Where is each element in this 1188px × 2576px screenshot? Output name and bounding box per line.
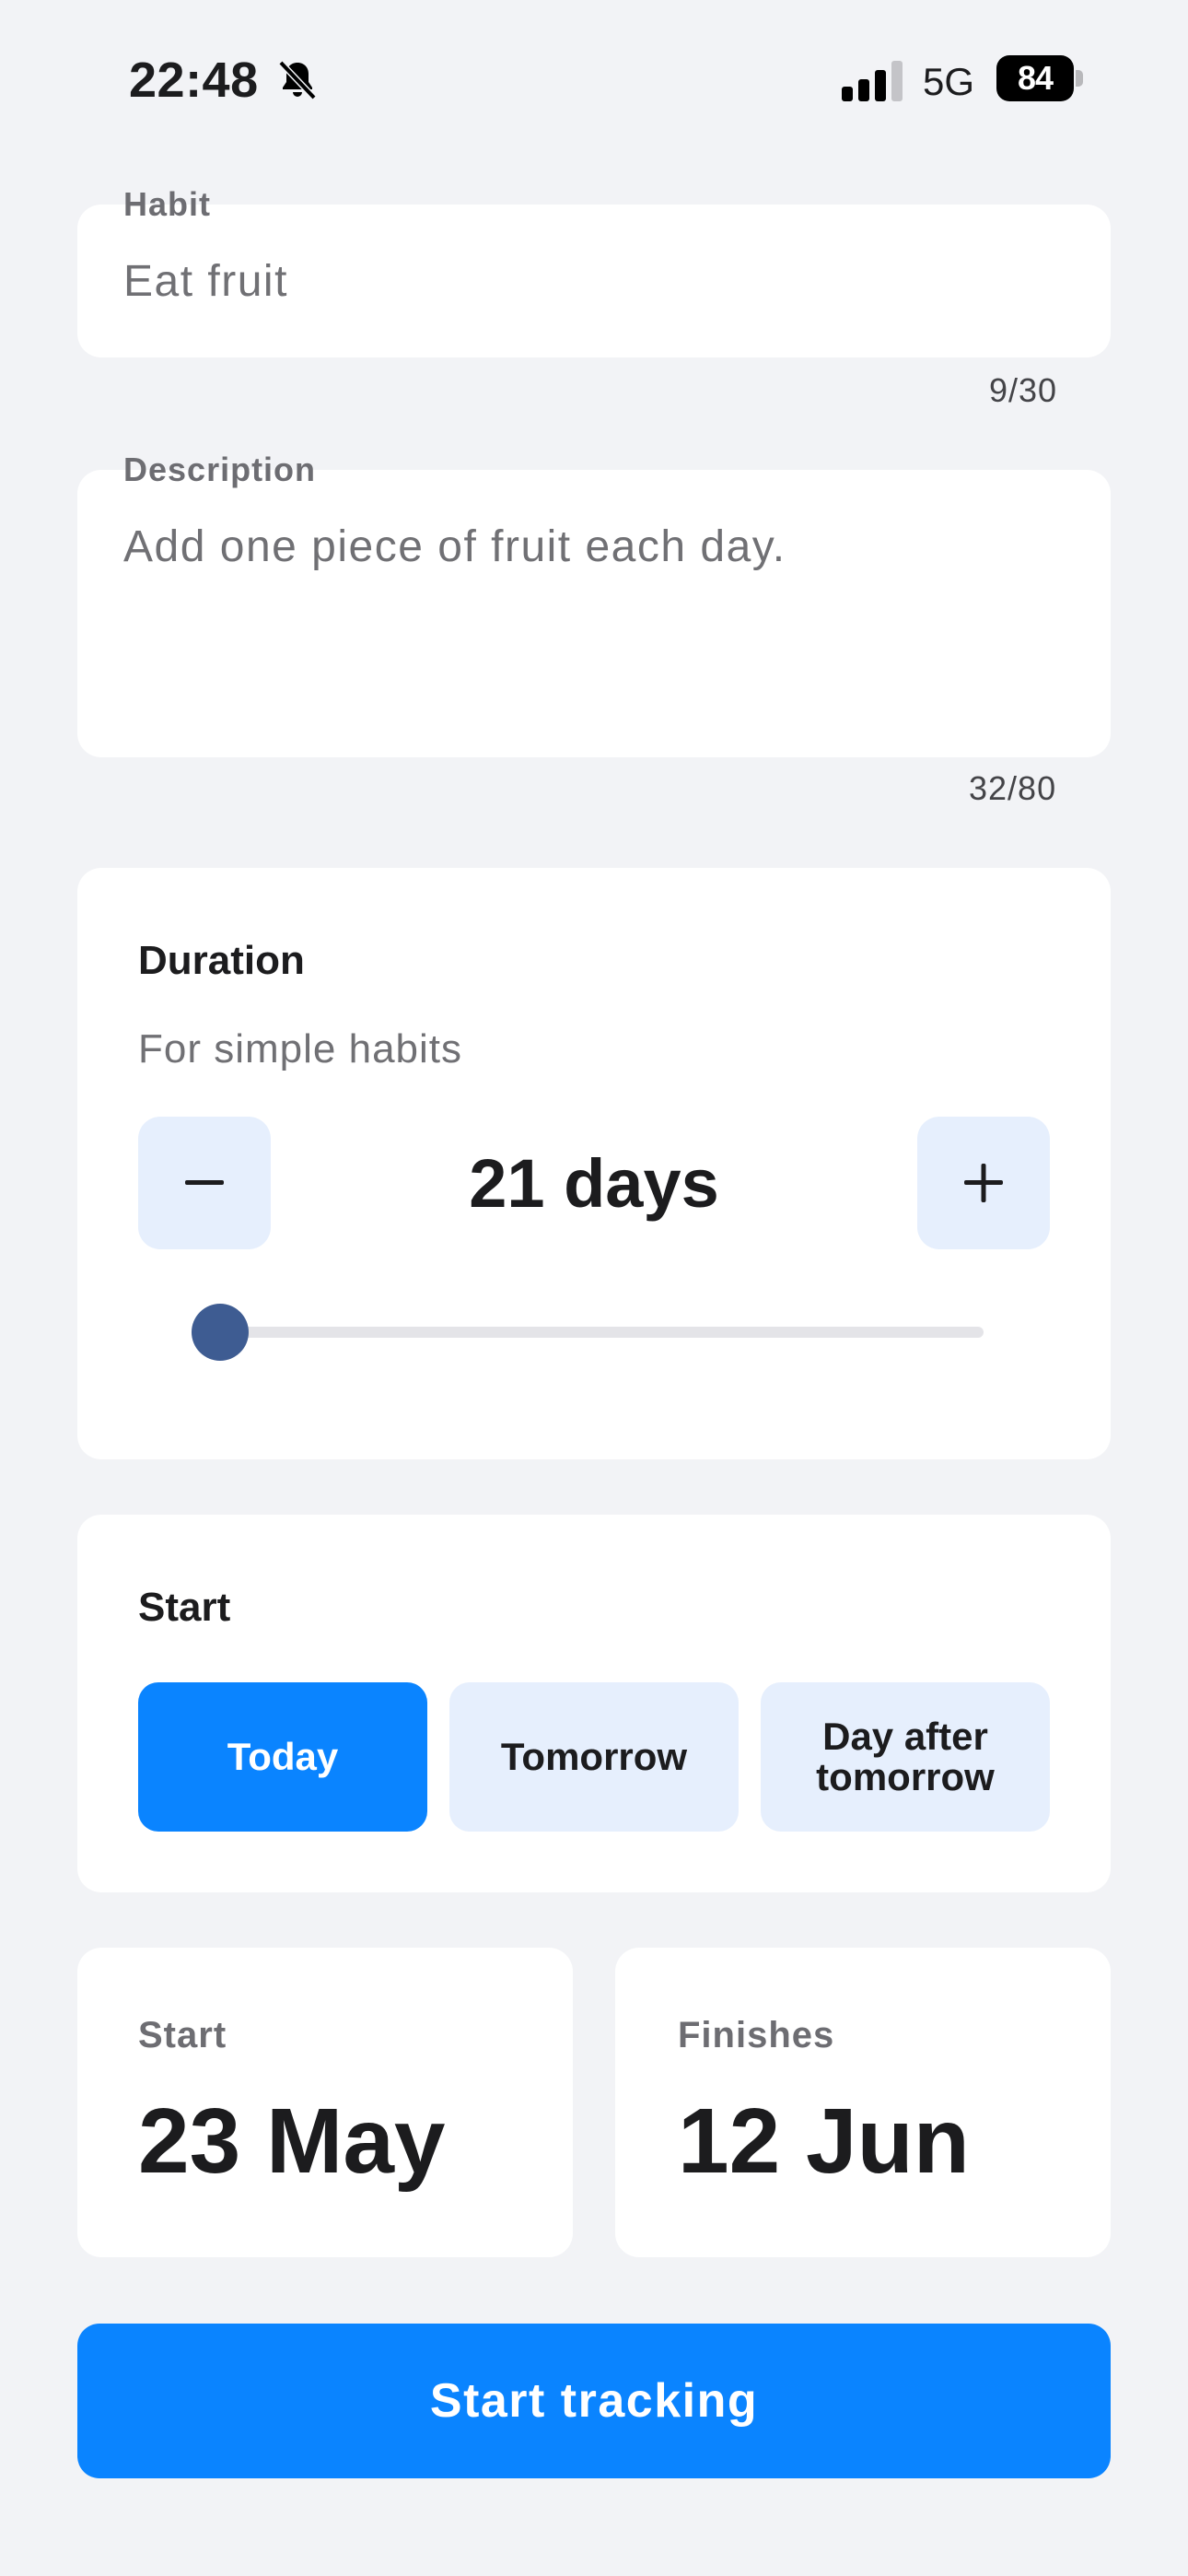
duration-subtitle: For simple habits (138, 1026, 463, 1071)
status-time: 22:48 (129, 53, 259, 108)
battery-icon: 84 (996, 55, 1083, 101)
start-title: Start (138, 1585, 231, 1630)
finish-date-label: Finishes (678, 2015, 835, 2055)
duration-value: 21 days (469, 1145, 719, 1222)
start-date-value: 23 May (138, 2090, 446, 2193)
finish-date-value: 12 Jun (678, 2090, 970, 2193)
start-date-label: Start (138, 2015, 227, 2055)
decrease-duration-button[interactable] (138, 1117, 271, 1249)
duration-title: Duration (138, 938, 305, 983)
description-char-counter: 32/80 (969, 769, 1057, 807)
battery-cap (1076, 70, 1083, 87)
battery-level: 84 (996, 55, 1074, 101)
duration-slider[interactable] (217, 1327, 984, 1338)
habit-input[interactable]: Eat fruit (123, 254, 288, 310)
start-option-tomorrow[interactable]: Tomorrow (449, 1682, 739, 1832)
increase-duration-button[interactable] (917, 1117, 1050, 1249)
plus-icon (964, 1164, 1003, 1202)
start-option-today[interactable]: Today (138, 1682, 427, 1832)
habit-char-counter: 9/30 (989, 371, 1058, 409)
description-field[interactable] (77, 470, 1111, 757)
duration-slider-thumb[interactable] (192, 1304, 249, 1361)
habit-label: Habit (123, 185, 211, 223)
cellular-signal-icon (842, 61, 903, 101)
minus-icon (185, 1180, 224, 1185)
start-option-day-after-tomorrow[interactable]: Day after tomorrow (761, 1682, 1050, 1832)
start-tracking-button[interactable]: Start tracking (77, 2324, 1111, 2478)
bell-slash-icon (278, 60, 317, 100)
network-type: 5G (923, 60, 975, 103)
description-input[interactable]: Add one piece of fruit each day. (123, 520, 786, 575)
description-label: Description (123, 451, 317, 488)
